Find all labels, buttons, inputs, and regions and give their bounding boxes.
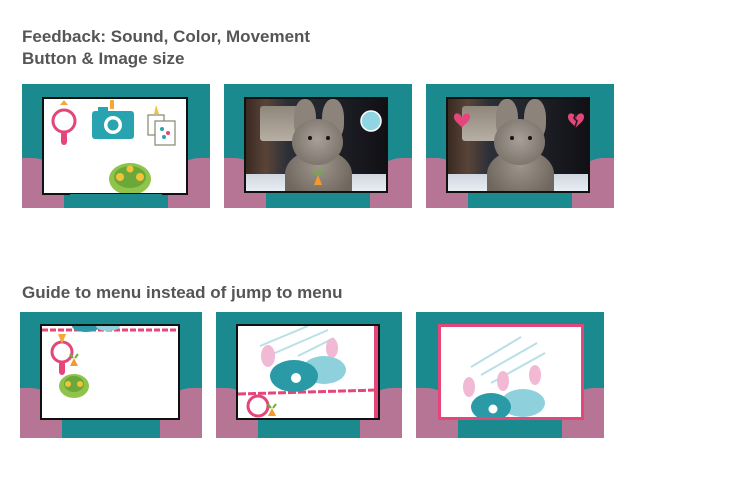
bunny-icon — [261, 338, 346, 392]
section-heading-feedback: Feedback: Sound, Color, Movement Button … — [22, 26, 310, 70]
thumbnail-photo-bubble — [224, 84, 412, 208]
thumbnail-guide-step-2 — [216, 312, 402, 438]
carrot-icon — [313, 169, 323, 185]
bottom-tab — [66, 424, 156, 438]
photos-icon — [147, 105, 176, 146]
heading-feedback-line-1: Feedback: Sound, Color, Movement — [22, 27, 311, 46]
thumbnail-photo-hearts — [426, 84, 614, 208]
bottom-tab — [474, 194, 566, 208]
screen-frame — [236, 324, 380, 420]
heading-guide-word: Guide — [22, 283, 71, 302]
carrot-icon — [69, 353, 79, 366]
turtle-icon — [109, 163, 151, 193]
screen-frame — [40, 324, 180, 420]
heart-icon[interactable] — [454, 113, 470, 128]
screen-frame — [438, 324, 584, 420]
mirror-icon — [246, 394, 270, 418]
bottom-tab — [464, 424, 554, 438]
bottom-tab — [264, 424, 354, 438]
photo-overlay — [313, 110, 382, 185]
thumbnail-guide-step-1 — [20, 312, 202, 438]
bunny-icon — [463, 365, 545, 417]
mirror-icon — [50, 334, 74, 375]
camera-icon — [92, 100, 134, 139]
thumbnail-menu-icons — [22, 84, 210, 208]
screen-frame — [244, 97, 388, 193]
heading-feedback-line-2: Button & Image size — [22, 49, 185, 68]
turtle-icon — [59, 374, 89, 398]
guide-step-2-art — [238, 326, 378, 418]
bottom-tab — [272, 194, 364, 208]
guide-step-3-art — [463, 336, 546, 417]
mirror-icon — [51, 100, 77, 145]
broken-heart-icon[interactable] — [568, 112, 584, 128]
heading-guide-rest: to menu instead of jump to menu — [75, 283, 343, 302]
bottom-tab — [70, 194, 162, 208]
section-heading-guide: Guide to menu instead of jump to menu — [22, 282, 342, 304]
bubble-button-icon[interactable] — [360, 110, 382, 132]
menu-icons-art — [51, 100, 176, 193]
guide-step-1-art — [42, 326, 178, 398]
photo-overlay — [454, 112, 584, 128]
screen-frame — [446, 97, 590, 193]
thumbnail-guide-step-3 — [416, 312, 604, 438]
carrot-icon — [267, 403, 277, 416]
screen-frame — [42, 97, 188, 195]
